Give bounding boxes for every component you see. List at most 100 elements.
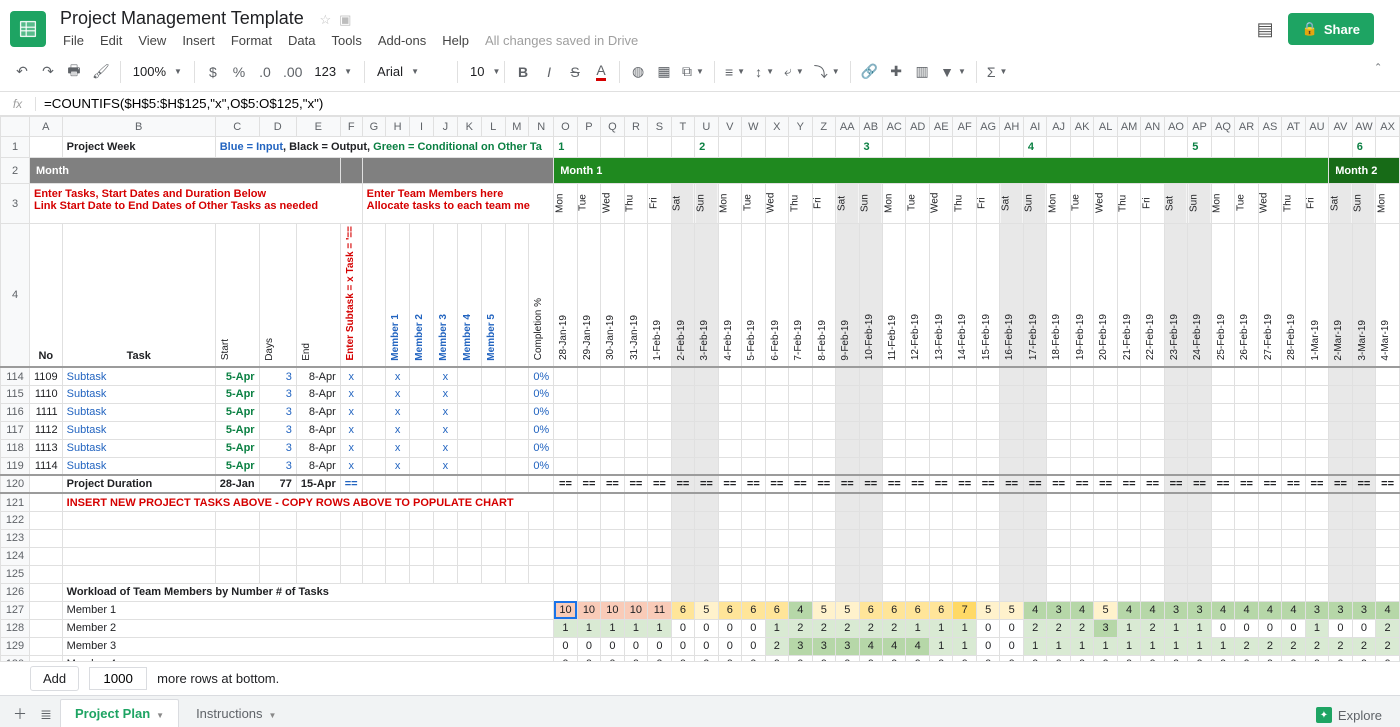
cell[interactable] [812,385,835,403]
cell[interactable]: 0 [1352,619,1375,637]
cell[interactable]: 28-Jan-19 [554,224,577,368]
cell[interactable] [601,457,624,475]
cell[interactable] [906,547,929,565]
cell[interactable]: 2 [1282,637,1305,655]
cell[interactable] [836,457,859,475]
col-header[interactable]: AA [836,117,859,137]
cell[interactable]: Subtask [62,457,215,475]
cell[interactable]: == [695,475,718,493]
cell[interactable] [1164,137,1187,158]
cell[interactable] [953,529,976,547]
row-header[interactable]: 122 [1,511,30,529]
cell[interactable] [1023,403,1046,421]
cell[interactable] [671,367,694,385]
col-header[interactable]: N [529,117,554,137]
cell[interactable] [1211,137,1234,158]
cell[interactable] [601,385,624,403]
cell[interactable]: 2 [859,619,882,637]
cell[interactable]: 3 [259,403,296,421]
cell[interactable]: Subtask [62,421,215,439]
cell[interactable]: 2 [1376,619,1400,637]
cell[interactable]: Start [215,224,259,368]
cell[interactable] [1047,367,1070,385]
cell[interactable]: Member 2 [410,224,434,368]
cell[interactable] [765,583,788,601]
cell[interactable]: 1-Mar-19 [1305,224,1328,368]
cell[interactable] [1094,529,1117,547]
cell[interactable] [457,421,481,439]
cell[interactable]: 20-Feb-19 [1094,224,1117,368]
cell[interactable] [1305,493,1328,511]
cell[interactable] [929,547,952,565]
cell[interactable] [1329,493,1352,511]
cell[interactable] [671,565,694,583]
cell[interactable]: Project Week [62,137,215,158]
sheet-tab[interactable]: Project Plan [60,699,179,727]
cell[interactable] [386,475,410,493]
cell[interactable]: 3 [1164,601,1187,619]
cell[interactable] [1352,457,1375,475]
cell[interactable] [30,137,63,158]
cell[interactable] [624,565,647,583]
cell[interactable]: x [340,403,362,421]
cell[interactable] [929,493,952,511]
cell[interactable] [1000,547,1023,565]
filter-icon[interactable]: ▼ [936,59,970,85]
cell[interactable]: 1 [624,619,647,637]
cell[interactable] [1282,385,1305,403]
cell[interactable] [601,137,624,158]
all-sheets-button[interactable]: ≣ [34,701,58,727]
cell[interactable]: Tue [906,184,929,224]
cell[interactable] [1117,439,1140,457]
cell[interactable]: 0 [976,619,999,637]
cell[interactable]: Member 3 [433,224,457,368]
cell[interactable] [1047,511,1070,529]
cell[interactable] [624,385,647,403]
cell[interactable] [953,493,976,511]
cell[interactable] [624,457,647,475]
cell[interactable] [362,457,386,475]
cell[interactable] [648,565,671,583]
cell[interactable] [1047,529,1070,547]
row-header[interactable]: 124 [1,547,30,565]
cell[interactable] [577,493,600,511]
cell[interactable]: 0 [1211,619,1234,637]
cell[interactable]: x [340,421,362,439]
col-header[interactable]: AU [1305,117,1328,137]
col-header[interactable]: AK [1070,117,1093,137]
cell[interactable]: == [1094,475,1117,493]
cell[interactable]: == [789,475,812,493]
cell[interactable] [62,565,215,583]
cell[interactable]: 18-Feb-19 [1047,224,1070,368]
undo-button[interactable]: ↶ [10,59,34,85]
cell[interactable]: 2 [812,619,835,637]
row-header[interactable]: 2 [1,158,30,184]
cell[interactable] [1047,137,1070,158]
cell[interactable] [1235,493,1258,511]
cell[interactable]: 5-Apr [215,457,259,475]
cell[interactable]: 3 [789,637,812,655]
cell[interactable] [577,385,600,403]
cell[interactable] [1188,583,1211,601]
valign-icon[interactable]: ↕ [751,59,778,85]
cell[interactable] [859,583,882,601]
cell[interactable] [1258,439,1281,457]
cell[interactable]: == [648,475,671,493]
cell[interactable]: Sun [1188,184,1211,224]
font-select[interactable]: Arial [371,64,451,79]
cell[interactable] [433,529,457,547]
cell[interactable] [742,565,765,583]
cell[interactable] [836,529,859,547]
rotate-icon[interactable]: ⤵ [810,59,844,85]
cell[interactable] [695,547,718,565]
cell[interactable] [215,565,259,583]
cell[interactable]: 29-Jan-19 [577,224,600,368]
cell[interactable] [859,529,882,547]
cell[interactable] [1211,403,1234,421]
cell[interactable] [62,547,215,565]
cell[interactable]: 2 [1023,619,1046,637]
cell[interactable]: 3 [836,637,859,655]
cell[interactable] [671,439,694,457]
cell[interactable] [648,439,671,457]
cell[interactable] [296,529,340,547]
